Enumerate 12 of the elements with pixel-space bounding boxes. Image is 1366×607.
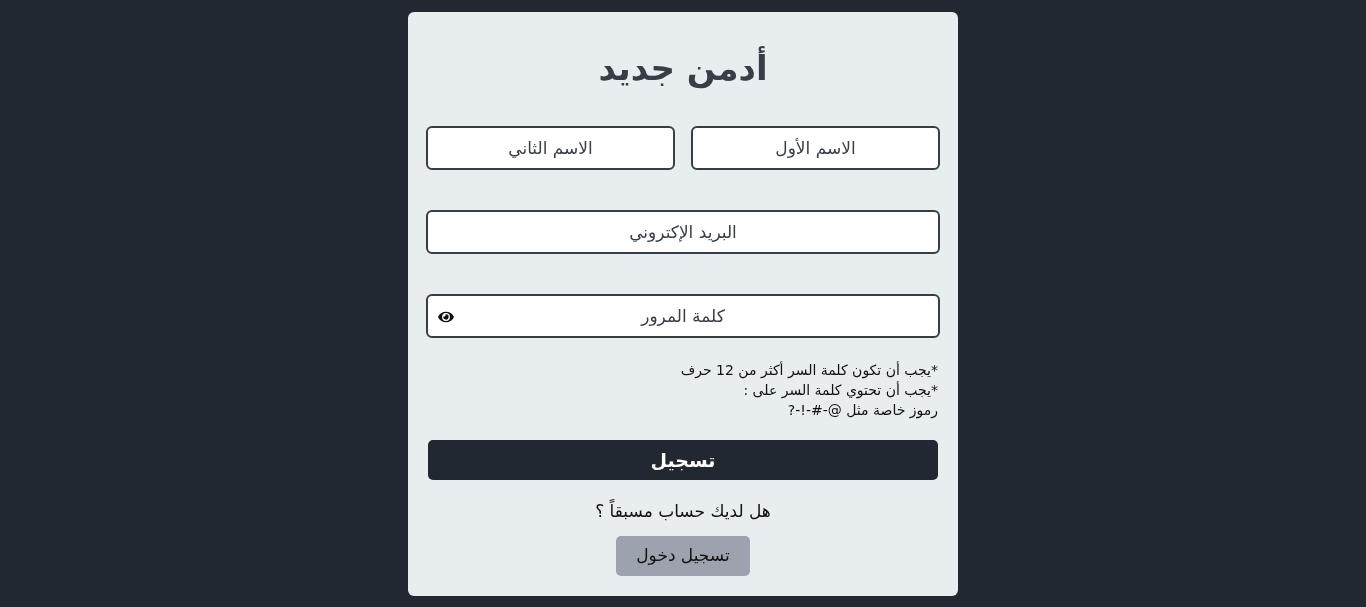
form-title: أدمن جديد [597,46,769,90]
password-field[interactable]: كلمة المرور [426,294,940,338]
email-field[interactable]: البريد الإكتروني [426,210,940,254]
name-field[interactable]: الاسم الأول [691,126,940,170]
login-button[interactable]: تسجيل دخول [616,536,750,576]
login-prompt: هل لديك حساب مسبقاً ؟ [594,499,772,523]
password-hint: رموز خاصة مثل @-#-!-? [786,401,939,420]
name-field[interactable]: الاسم الثاني [426,126,675,170]
register-button[interactable]: تسجيل [428,440,938,480]
password-hint: *يجب أن تكون كلمة السر أكثر من 12 حرف [679,360,939,380]
password-hint: *يجب أن تحتوي كلمة السر على : [742,380,939,400]
eye-icon[interactable] [436,310,456,324]
